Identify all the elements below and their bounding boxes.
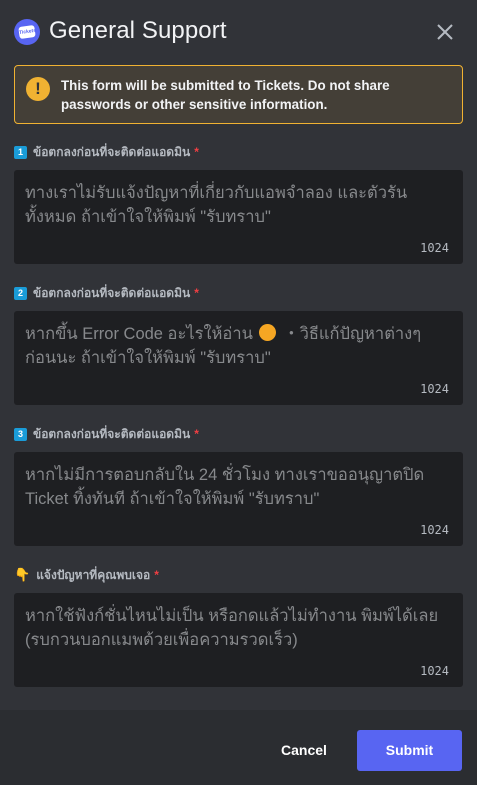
modal-title: General Support <box>49 17 227 44</box>
agreement-3-textarea[interactable]: หากไม่มีการตอบกลับใน 24 ชั่วโมง ทางเราขอ… <box>14 452 463 546</box>
close-icon <box>437 24 453 40</box>
support-form-modal: Tickets General Support ! This form will… <box>0 0 477 785</box>
field-label-text: ข้อตกลงก่อนที่จะติดต่อแอดมิน <box>33 144 191 159</box>
submit-button[interactable]: Submit <box>357 730 462 771</box>
required-marker: * <box>194 427 199 441</box>
problem-description-textarea[interactable]: หากใช้ฟังก์ชั่นไหนไม่เป็น หรือกดแล้วไม่ท… <box>14 593 463 687</box>
field-label: 1 ข้อตกลงก่อนที่จะติดต่อแอดมิน * <box>14 142 463 162</box>
textarea-placeholder: ทางเราไม่รับแจ้งปัญหาที่เกี่ยวกับแอพจำลอ… <box>25 184 408 226</box>
close-button[interactable] <box>432 19 458 45</box>
form-field-4: 👇 แจ้งปัญหาที่คุณพบเจอ * หากใช้ฟังก์ชั่น… <box>14 565 463 687</box>
notice-bot-name: Tickets <box>254 78 301 93</box>
textarea-placeholder: หากใช้ฟังก์ชั่นไหนไม่เป็น หรือกดแล้วไม่ท… <box>25 607 439 649</box>
textarea-placeholder: หากขึ้น Error Code อะไรให้อ่าน ・วิธีแก้ป… <box>25 322 445 370</box>
keycap-number-icon: 3 <box>14 427 27 441</box>
form-scroll-area[interactable]: 1 ข้อตกลงก่อนที่จะติดต่อแอดมิน * ทางเราไ… <box>0 130 477 714</box>
notice-prefix: This form will be submitted to <box>61 78 255 93</box>
app-icon: Tickets <box>14 19 40 45</box>
required-marker: * <box>194 286 199 300</box>
submission-notice: ! This form will be submitted to Tickets… <box>14 65 463 124</box>
modal-footer: Cancel Submit <box>0 710 477 785</box>
modal-header: Tickets General Support <box>0 0 477 62</box>
face-emoji-icon <box>259 324 277 341</box>
field-label-text: ข้อตกลงก่อนที่จะติดต่อแอดมิน <box>33 426 191 441</box>
field-label: 3 ข้อตกลงก่อนที่จะติดต่อแอดมิน * <box>14 424 463 444</box>
field-label: 2 ข้อตกลงก่อนที่จะติดต่อแอดมิน * <box>14 283 463 303</box>
keycap-number-icon: 2 <box>14 286 27 300</box>
field-label: 👇 แจ้งปัญหาที่คุณพบเจอ * <box>14 565 463 585</box>
textarea-placeholder: หากไม่มีการตอบกลับใน 24 ชั่วโมง ทางเราขอ… <box>25 466 425 508</box>
form-field-1: 1 ข้อตกลงก่อนที่จะติดต่อแอดมิน * ทางเราไ… <box>14 142 463 264</box>
field-label-text: แจ้งปัญหาที่คุณพบเจอ <box>36 567 151 582</box>
character-counter: 1024 <box>420 382 449 396</box>
pointing-down-icon: 👇 <box>14 567 31 582</box>
required-marker: * <box>154 568 159 582</box>
app-icon-label: Tickets <box>18 24 36 40</box>
agreement-2-textarea[interactable]: หากขึ้น Error Code อะไรให้อ่าน ・วิธีแก้ป… <box>14 311 463 405</box>
form-field-3: 3 ข้อตกลงก่อนที่จะติดต่อแอดมิน * หากไม่ม… <box>14 424 463 546</box>
warning-icon: ! <box>26 77 50 101</box>
agreement-1-textarea[interactable]: ทางเราไม่รับแจ้งปัญหาที่เกี่ยวกับแอพจำลอ… <box>14 170 463 264</box>
placeholder-part-a: หากขึ้น Error Code อะไรให้อ่าน <box>25 325 253 343</box>
keycap-number-icon: 1 <box>14 145 27 159</box>
form-field-2: 2 ข้อตกลงก่อนที่จะติดต่อแอดมิน * หากขึ้น… <box>14 283 463 405</box>
notice-text: This form will be submitted to Tickets. … <box>61 76 451 114</box>
required-marker: * <box>194 145 199 159</box>
character-counter: 1024 <box>420 523 449 537</box>
cancel-button[interactable]: Cancel <box>266 730 342 771</box>
character-counter: 1024 <box>420 664 449 678</box>
field-label-text: ข้อตกลงก่อนที่จะติดต่อแอดมิน <box>33 285 191 300</box>
character-counter: 1024 <box>420 241 449 255</box>
